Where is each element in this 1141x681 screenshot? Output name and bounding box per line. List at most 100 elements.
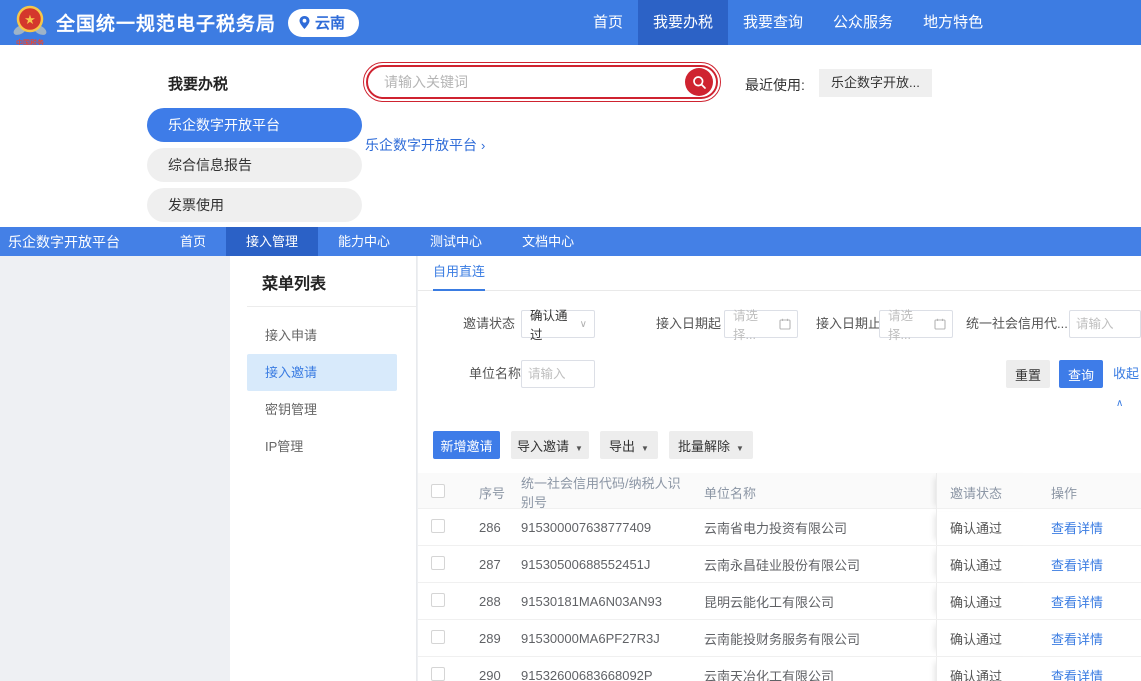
tax-bureau-logo-icon: ★ 中国税务 xyxy=(12,4,48,46)
batch-remove-button[interactable]: 批量解除▼ xyxy=(669,431,753,459)
cell-company: 云南天冶化工有限公司 xyxy=(692,666,936,681)
calendar-icon xyxy=(779,318,791,330)
view-details-link[interactable]: 查看详情 xyxy=(1036,518,1141,537)
app-window: ★ 中国税务 全国统一规范电子税务局 云南 首页 我要办税 我要查询 公众服务 … xyxy=(0,0,1141,681)
table-actions: 新增邀请 导入邀请▼ 导出▼ 批量解除▼ xyxy=(418,425,1141,473)
cell-credit-code: 91530500688552451J xyxy=(508,557,692,572)
row-checkbox[interactable] xyxy=(431,556,445,570)
search-button[interactable] xyxy=(685,68,713,96)
credit-code-label: 统一社会信用代... xyxy=(966,310,1068,338)
row-checkbox[interactable] xyxy=(431,593,445,607)
caret-down-icon: ▼ xyxy=(641,444,649,453)
cell-seq: 288 xyxy=(464,594,508,609)
credit-code-input[interactable] xyxy=(1070,317,1140,331)
table-row: 290 91532600683668092P 云南天冶化工有限公司 确认通过 查… xyxy=(418,657,1141,681)
view-details-link[interactable]: 查看详情 xyxy=(1036,629,1141,648)
cell-company: 昆明云能化工有限公司 xyxy=(692,592,936,611)
invite-table: 序号 统一社会信用代码/纳税人识别号 单位名称 邀请状态 操作 286 9153… xyxy=(418,473,1141,681)
table-row: 289 91530000MA6PF27R3J 云南能投财务服务有限公司 确认通过… xyxy=(418,620,1141,657)
import-invite-label: 导入邀请 xyxy=(517,439,569,454)
export-button[interactable]: 导出▼ xyxy=(600,431,658,459)
location-label: 云南 xyxy=(315,12,345,33)
company-name-field xyxy=(521,360,595,388)
cell-seq: 289 xyxy=(464,631,508,646)
workspace: 菜单列表 接入申请 接入邀请 密钥管理 IP管理 自用直连 邀请状态 确认通过 … xyxy=(0,256,1141,681)
menu-list-title: 菜单列表 xyxy=(230,256,416,294)
view-details-link[interactable]: 查看详情 xyxy=(1036,666,1141,681)
row-checkbox[interactable] xyxy=(431,519,445,533)
svg-text:★: ★ xyxy=(24,12,36,27)
cell-seq: 290 xyxy=(464,668,508,681)
header-status: 邀请状态 xyxy=(936,473,1036,511)
import-invite-button[interactable]: 导入邀请▼ xyxy=(511,431,589,459)
location-pin-icon xyxy=(298,15,311,30)
date-to-picker[interactable]: 请选择... xyxy=(879,310,953,338)
platform-subnav: 乐企数字开放平台 首页 接入管理 能力中心 测试中心 文档中心 xyxy=(0,227,1141,256)
company-name-input[interactable] xyxy=(522,367,594,381)
sidebar-item-leqi-platform[interactable]: 乐企数字开放平台 xyxy=(147,108,362,142)
table-header-row: 序号 统一社会信用代码/纳税人识别号 单位名称 邀请状态 操作 xyxy=(418,473,1141,509)
search-input[interactable] xyxy=(384,74,716,90)
invite-status-select[interactable]: 确认通过 ∨ xyxy=(521,310,595,338)
nav-home[interactable]: 首页 xyxy=(578,0,638,45)
table-row: 287 91530500688552451J 云南永昌硅业股份有限公司 确认通过… xyxy=(418,546,1141,583)
menu-item-access-apply[interactable]: 接入申请 xyxy=(230,317,416,354)
sidebar-item-info-report[interactable]: 综合信息报告 xyxy=(147,148,362,182)
cell-status: 确认通过 xyxy=(936,509,1036,545)
header-company: 单位名称 xyxy=(692,483,936,502)
main-content: 自用直连 邀请状态 确认通过 ∨ 接入日期起 请选择... 接入日期止 xyxy=(418,256,1141,681)
recent-used-chip[interactable]: 乐企数字开放... xyxy=(819,69,932,97)
add-invite-button[interactable]: 新增邀请 xyxy=(433,431,500,459)
search-box xyxy=(363,62,721,102)
filter-panel: 邀请状态 确认通过 ∨ 接入日期起 请选择... 接入日期止 请选择... xyxy=(418,291,1141,425)
row-checkbox[interactable] xyxy=(431,630,445,644)
credit-code-field xyxy=(1069,310,1141,338)
view-details-link[interactable]: 查看详情 xyxy=(1036,555,1141,574)
query-button[interactable]: 查询 xyxy=(1059,360,1103,388)
invite-status-label: 邀请状态 xyxy=(463,310,515,338)
cell-status: 确认通过 xyxy=(936,583,1036,619)
nav-public-services[interactable]: 公众服务 xyxy=(818,0,908,45)
subnav-test-center[interactable]: 测试中心 xyxy=(415,227,497,256)
top-nav: 首页 我要办税 我要查询 公众服务 地方特色 xyxy=(578,0,998,45)
reset-button[interactable]: 重置 xyxy=(1006,360,1050,388)
subnav-capability-center[interactable]: 能力中心 xyxy=(323,227,405,256)
sidebar-item-invoice-use[interactable]: 发票使用 xyxy=(147,188,362,222)
top-header: ★ 中国税务 全国统一规范电子税务局 云南 首页 我要办税 我要查询 公众服务 … xyxy=(0,0,1141,45)
menu-item-access-invite[interactable]: 接入邀请 xyxy=(247,354,397,391)
view-details-link[interactable]: 查看详情 xyxy=(1036,592,1141,611)
collapse-toggle[interactable]: 收起∧ xyxy=(1113,360,1141,388)
subnav-home[interactable]: 首页 xyxy=(165,227,221,256)
menu-item-key-management[interactable]: 密钥管理 xyxy=(230,391,416,428)
select-all-checkbox[interactable] xyxy=(431,484,445,498)
nav-tax-services[interactable]: 我要办税 xyxy=(638,0,728,45)
nav-local-features[interactable]: 地方特色 xyxy=(908,0,998,45)
tab-bar: 自用直连 xyxy=(418,256,1141,291)
breadcrumb-link[interactable]: 乐企数字开放平台 xyxy=(365,137,477,153)
batch-remove-label: 批量解除 xyxy=(678,439,730,454)
nav-inquiry[interactable]: 我要查询 xyxy=(728,0,818,45)
site-title: 全国统一规范电子税务局 xyxy=(56,9,276,36)
table-row: 288 91530181MA6N03AN93 昆明云能化工有限公司 确认通过 查… xyxy=(418,583,1141,620)
calendar-icon xyxy=(934,318,946,330)
breadcrumb[interactable]: 乐企数字开放平台› xyxy=(365,135,485,155)
portal-section: 我要办税 乐企数字开放平台 综合信息报告 发票使用 最近使用: 乐企数字开放..… xyxy=(0,45,1141,227)
row-checkbox[interactable] xyxy=(431,667,445,681)
location-selector[interactable]: 云南 xyxy=(288,9,359,37)
subnav-doc-center[interactable]: 文档中心 xyxy=(507,227,589,256)
cell-credit-code: 91532600683668092P xyxy=(508,668,692,681)
recent-used-label: 最近使用: xyxy=(745,75,805,95)
cell-seq: 287 xyxy=(464,557,508,572)
date-from-picker[interactable]: 请选择... xyxy=(724,310,798,338)
cell-status: 确认通过 xyxy=(936,546,1036,582)
cell-company: 云南能投财务服务有限公司 xyxy=(692,629,936,648)
tab-self-direct-connect[interactable]: 自用直连 xyxy=(433,256,485,291)
cell-seq: 286 xyxy=(464,520,508,535)
date-from-label: 接入日期起 xyxy=(656,310,721,338)
collapse-label: 收起 xyxy=(1113,366,1139,381)
subnav-access-management[interactable]: 接入管理 xyxy=(226,227,318,256)
header-credit-code: 统一社会信用代码/纳税人识别号 xyxy=(508,473,692,511)
search-icon xyxy=(692,75,707,90)
date-to-placeholder: 请选择... xyxy=(880,305,934,343)
menu-item-ip-management[interactable]: IP管理 xyxy=(230,428,416,465)
